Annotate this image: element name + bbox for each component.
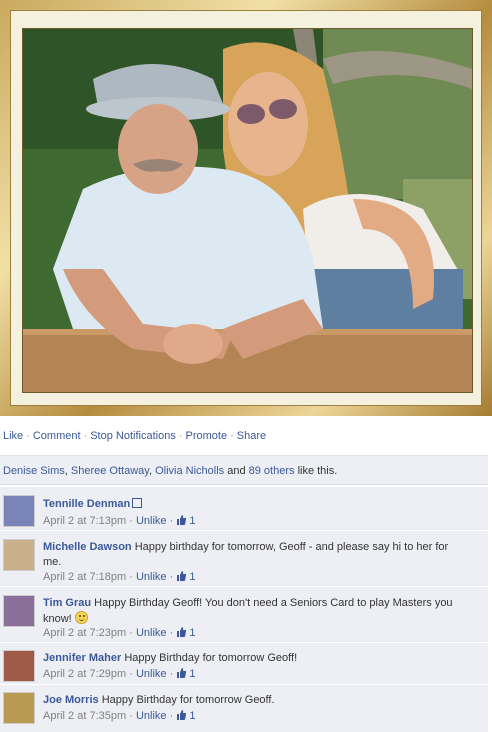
comment-meta: April 2 at 7:29pm · Unlike · 1 xyxy=(43,668,196,680)
photo[interactable] xyxy=(22,28,473,393)
unlike-link[interactable]: Unlike xyxy=(136,571,167,583)
unlike-link[interactable]: Unlike xyxy=(136,515,167,527)
likes-and: and xyxy=(227,465,246,477)
comment-meta: April 2 at 7:35pm · Unlike · 1 xyxy=(43,710,196,722)
avatar[interactable] xyxy=(3,650,35,682)
photo-frame xyxy=(0,0,492,416)
likes-summary: Denise Sims, Sheree Ottaway, Olivia Nich… xyxy=(0,455,488,485)
comment-list: Tennille Denman April 2 at 7:13pm · Unli… xyxy=(0,486,488,732)
comment-meta: April 2 at 7:13pm · Unlike · 1 xyxy=(43,515,196,527)
thumbs-up-icon xyxy=(177,710,187,720)
liker-name[interactable]: Denise Sims xyxy=(3,465,65,477)
separator: · xyxy=(83,430,88,442)
likes-others-link[interactable]: 89 others xyxy=(249,465,295,477)
comment-author[interactable]: Tennille Denman xyxy=(43,498,130,510)
comment-link[interactable]: Comment xyxy=(33,430,81,442)
like-count[interactable]: 1 xyxy=(176,627,195,639)
avatar[interactable] xyxy=(3,692,35,724)
post-actions: Like · Comment · Stop Notifications · Promote ·… xyxy=(3,430,266,442)
like-count[interactable]: 1 xyxy=(176,710,195,722)
likes-suffix: like this. xyxy=(297,465,338,477)
comment-author[interactable]: Jennifer Maher xyxy=(43,652,121,664)
separator: · xyxy=(26,430,30,442)
comment-time[interactable]: April 2 at 7:29pm xyxy=(43,668,126,680)
comment-author[interactable]: Tim Grau xyxy=(43,597,91,609)
stop-notifications-link[interactable]: Stop Notifications xyxy=(90,430,176,442)
unlike-link[interactable]: Unlike xyxy=(136,668,167,680)
comment-item: Joe Morris Happy Birthday for tomorrow G… xyxy=(0,684,488,732)
comment-author[interactable]: Joe Morris xyxy=(43,694,99,706)
thumbs-up-icon xyxy=(177,668,187,678)
promote-link[interactable]: Promote xyxy=(186,430,228,442)
smiley-icon xyxy=(74,611,88,624)
thumbs-up-icon xyxy=(177,571,187,581)
comment-item: Tim Grau Happy Birthday Geoff! You don't… xyxy=(0,586,488,642)
avatar[interactable] xyxy=(3,495,35,527)
photo-image xyxy=(23,29,472,392)
photo-mat xyxy=(10,10,482,406)
comment-text: Happy Birthday for tomorrow Geoff! xyxy=(124,652,298,664)
thumbs-up-icon xyxy=(177,515,187,525)
comment-item: Michelle Dawson Happy birthday for tomor… xyxy=(0,530,488,586)
thumbs-up-icon xyxy=(177,627,187,637)
comment-meta: April 2 at 7:18pm · Unlike · 1 xyxy=(43,571,196,583)
comment-text: Happy Birthday for tomorrow Geoff. xyxy=(101,694,275,706)
comment-item: Jennifer Maher Happy Birthday for tomorr… xyxy=(0,642,488,684)
share-link[interactable]: Share xyxy=(237,430,266,442)
comment-text: Happy Birthday Geoff! You don't need a S… xyxy=(43,597,453,625)
avatar[interactable] xyxy=(3,595,35,627)
unlike-link[interactable]: Unlike xyxy=(136,627,167,639)
comment-author[interactable]: Michelle Dawson xyxy=(43,541,132,553)
like-count[interactable]: 1 xyxy=(176,515,195,527)
liker-name[interactable]: Sheree Ottaway xyxy=(71,465,149,477)
comment-time[interactable]: April 2 at 7:18pm xyxy=(43,571,126,583)
comment-meta: April 2 at 7:23pm · Unlike · 1 xyxy=(43,627,196,639)
like-count[interactable]: 1 xyxy=(176,668,195,680)
comment-time[interactable]: April 2 at 7:23pm xyxy=(43,627,126,639)
comment-item: Tennille Denman April 2 at 7:13pm · Unli… xyxy=(0,486,488,530)
avatar[interactable] xyxy=(3,539,35,571)
checkbox-icon xyxy=(132,498,143,508)
separator: · xyxy=(230,430,234,442)
comment-time[interactable]: April 2 at 7:35pm xyxy=(43,710,126,722)
like-link[interactable]: Like xyxy=(3,430,23,442)
unlike-link[interactable]: Unlike xyxy=(136,710,167,722)
comment-time[interactable]: April 2 at 7:13pm xyxy=(43,515,126,527)
liker-name[interactable]: Olivia Nicholls xyxy=(155,465,224,477)
like-count[interactable]: 1 xyxy=(176,571,195,583)
separator: · xyxy=(178,430,183,442)
